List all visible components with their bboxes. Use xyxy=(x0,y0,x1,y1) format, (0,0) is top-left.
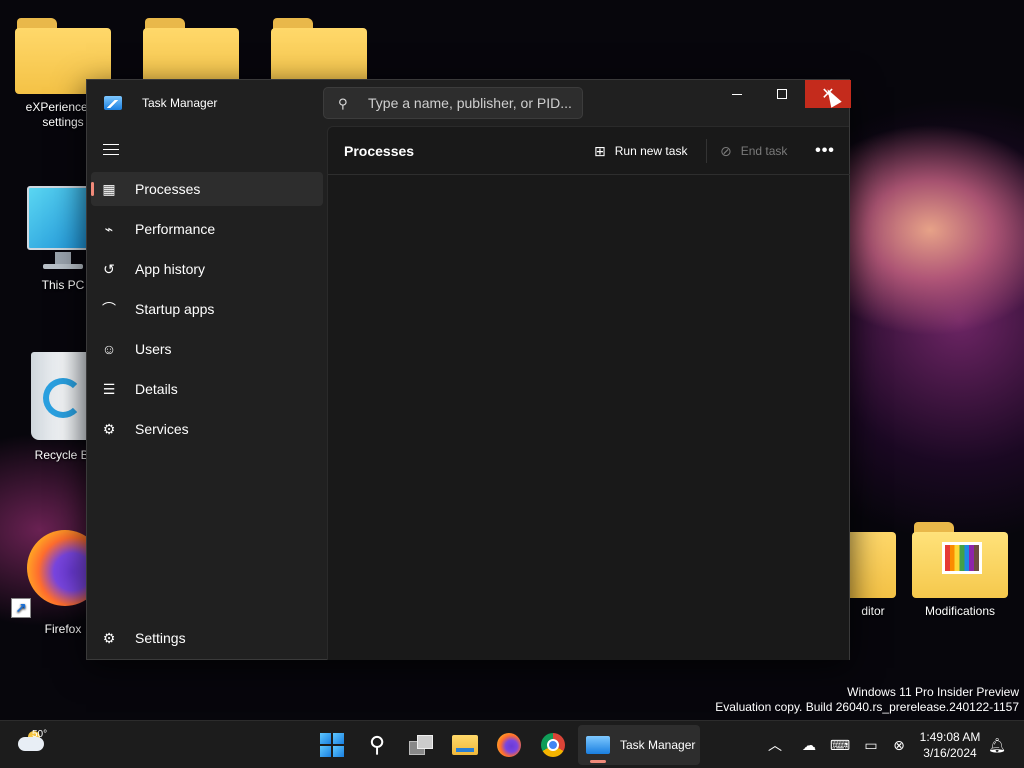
chrome-icon xyxy=(541,733,565,757)
run-new-task-label: Run new task xyxy=(614,144,688,158)
title-bar[interactable]: Task Manager ⚲ ✕ xyxy=(87,80,851,126)
active-indicator xyxy=(590,760,606,763)
maximize-icon xyxy=(777,89,787,99)
start-button[interactable] xyxy=(312,725,352,765)
firefox-taskbar-button[interactable] xyxy=(489,725,529,765)
minimize-icon xyxy=(732,93,742,95)
sidebar-item-settings[interactable]: ⚙ Settings xyxy=(91,621,323,655)
file-explorer-icon xyxy=(452,735,478,755)
end-task-icon: ⊘ xyxy=(720,142,732,159)
weather-widget[interactable]: 50° xyxy=(18,729,52,761)
desktop-icon-modifications[interactable]: Modifications xyxy=(912,522,1008,619)
task-manager-app-icon xyxy=(104,96,122,110)
shortcut-arrow-icon: ↗ xyxy=(11,598,31,618)
bell-icon: 🔔︎ xyxy=(988,736,1006,753)
sidebar-item-services[interactable]: ⚙ Services xyxy=(91,412,323,446)
sidebar-item-label: Performance xyxy=(135,221,216,237)
sidebar-item-label: Startup apps xyxy=(135,301,215,317)
os-watermark: Windows 11 Pro Insider Preview Evaluatio… xyxy=(715,685,1019,715)
run-new-task-button[interactable]: ⊞ Run new task xyxy=(594,135,687,167)
minimize-button[interactable] xyxy=(714,80,760,108)
sidebar-item-details[interactable]: ☰ Details xyxy=(91,372,323,406)
network-icon: ▭ xyxy=(864,736,878,753)
hamburger-menu-icon[interactable] xyxy=(103,144,119,156)
sidebar-item-app-history[interactable]: ↺ App history xyxy=(91,252,323,286)
search-icon: ⚲ xyxy=(368,732,386,757)
more-options-button[interactable]: ••• xyxy=(810,135,840,167)
task-manager-taskbar-button[interactable]: Task Manager xyxy=(578,725,700,765)
notifications-button[interactable]: 🔔︎ xyxy=(984,733,1010,757)
file-explorer-button[interactable] xyxy=(445,725,485,765)
task-manager-window: Task Manager ⚲ ✕ ▦ Processes ⌁ Performan… xyxy=(86,79,851,660)
details-icon: ☰ xyxy=(102,381,116,397)
taskbar-app-label: Task Manager xyxy=(620,738,696,752)
sidebar-item-label: Services xyxy=(135,421,189,437)
search-box[interactable]: ⚲ xyxy=(323,87,583,119)
watermark-line-1: Windows 11 Pro Insider Preview xyxy=(847,685,1019,699)
show-hidden-icons-button[interactable]: ︿ xyxy=(762,733,788,757)
folder-icon xyxy=(912,522,1008,598)
main-content: Processes ⊞ Run new task ⊘ End task ••• xyxy=(327,126,850,660)
volume-button[interactable]: ⊗ xyxy=(886,733,912,757)
watermark-line-2: Evaluation copy. Build 26040.rs_prerelea… xyxy=(715,700,1019,714)
input-indicator-button[interactable]: ⌨ xyxy=(827,733,853,757)
window-title: Task Manager xyxy=(142,96,218,110)
keyboard-icon: ⌨ xyxy=(829,736,851,753)
volume-muted-icon: ⊗ xyxy=(893,736,905,753)
sidebar-item-users[interactable]: ☺ Users xyxy=(91,332,323,366)
network-button[interactable]: ▭ xyxy=(858,733,884,757)
end-task-button[interactable]: ⊘ End task xyxy=(720,135,787,167)
weather-temperature: 50° xyxy=(32,729,48,740)
users-icon: ☺ xyxy=(101,341,117,357)
run-task-icon: ⊞ xyxy=(594,142,606,159)
sidebar-item-label: Users xyxy=(135,341,172,357)
windows-logo-icon xyxy=(320,733,344,757)
taskbar: 50° ⚲ Task Manager ︿ ☁ ⌨ ▭ ⊗ 1:49:08 AM … xyxy=(0,720,1024,768)
task-manager-icon xyxy=(586,736,610,754)
cloud-offline-icon: ☁ xyxy=(802,736,816,753)
command-bar: Processes ⊞ Run new task ⊘ End task ••• xyxy=(328,127,850,175)
task-view-button[interactable] xyxy=(401,725,441,765)
maximize-button[interactable] xyxy=(759,80,805,108)
processes-icon: ▦ xyxy=(102,181,116,197)
chevron-up-icon: ︿ xyxy=(768,737,782,753)
sidebar-item-processes[interactable]: ▦ Processes xyxy=(91,172,323,206)
sidebar-item-label: App history xyxy=(135,261,206,277)
history-icon: ↺ xyxy=(103,261,115,277)
onedrive-tray-button[interactable]: ☁ xyxy=(796,733,822,757)
page-title: Processes xyxy=(344,143,415,159)
sidebar-item-label: Settings xyxy=(135,630,186,646)
search-input[interactable] xyxy=(368,88,578,118)
clock-time: 1:49:08 AM xyxy=(919,730,981,744)
chrome-taskbar-button[interactable] xyxy=(533,725,573,765)
command-divider xyxy=(706,139,707,163)
search-icon: ⚲ xyxy=(338,96,348,111)
clock-date: 3/16/2024 xyxy=(923,746,977,760)
sidebar-item-performance[interactable]: ⌁ Performance xyxy=(91,212,323,246)
gear-icon: ⚙ xyxy=(102,630,116,646)
task-view-icon xyxy=(409,735,433,755)
services-icon: ⚙ xyxy=(102,421,116,437)
firefox-icon xyxy=(497,733,521,757)
end-task-label: End task xyxy=(740,144,788,158)
system-clock[interactable]: 1:49:08 AM 3/16/2024 xyxy=(916,729,984,761)
taskbar-search-button[interactable]: ⚲ xyxy=(357,725,397,765)
sidebar-item-startup-apps[interactable]: ⌒ Startup apps xyxy=(91,292,323,326)
sidebar-item-label: Details xyxy=(135,381,178,397)
sidebar: ▦ Processes ⌁ Performance ↺ App history … xyxy=(87,126,327,660)
startup-icon: ⌒ xyxy=(102,301,116,317)
sidebar-item-label: Processes xyxy=(135,181,201,197)
performance-icon: ⌁ xyxy=(104,221,114,237)
desktop-icon-label: Modifications xyxy=(924,604,996,618)
